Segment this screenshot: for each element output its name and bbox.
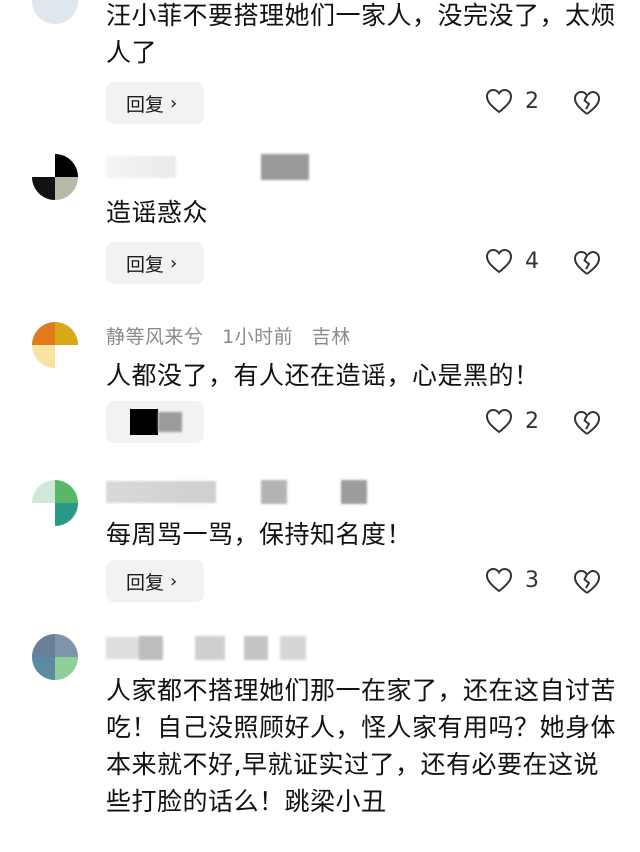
avatar[interactable] — [32, 154, 78, 200]
reply-button[interactable]: 回复 › — [106, 242, 204, 284]
like-button[interactable]: 2 — [485, 408, 539, 434]
chevron-right-icon: › — [170, 570, 178, 592]
redacted-block — [260, 154, 309, 180]
comment-meta — [106, 154, 309, 180]
broken-heart-icon — [574, 410, 601, 435]
dislike-button[interactable] — [573, 410, 601, 436]
redacted-block — [280, 636, 307, 660]
like-button[interactable]: 2 — [485, 88, 539, 114]
avatar[interactable] — [32, 0, 78, 24]
broken-heart-icon — [574, 90, 601, 115]
redacted-block — [341, 480, 368, 504]
avatar[interactable] — [32, 480, 78, 526]
comment-meta — [106, 480, 368, 504]
avatar[interactable] — [32, 634, 78, 680]
reply-button[interactable] — [106, 401, 204, 443]
chevron-right-icon: › — [170, 252, 178, 274]
reply-button[interactable]: 回复 › — [106, 560, 204, 602]
like-button[interactable]: 4 — [485, 248, 539, 274]
comment-text: 每周骂一骂，保持知名度！ — [106, 520, 413, 549]
comment-meta: 静等风来兮 1小时前 吉林 — [106, 322, 351, 349]
comment-text: 汪小菲不要搭理她们一家人，没完没了，太烦人了 — [106, 1, 617, 67]
reply-label: 回复 — [126, 93, 165, 116]
chevron-right-icon: › — [170, 92, 178, 114]
dislike-button[interactable] — [573, 250, 601, 276]
like-count: 3 — [525, 567, 539, 593]
comment-text: 造谣惑众 — [106, 198, 209, 227]
redacted-block — [130, 409, 158, 435]
redacted-block — [260, 480, 287, 504]
like-button[interactable]: 3 — [485, 567, 539, 593]
avatar[interactable] — [32, 322, 78, 368]
redacted-block — [243, 636, 268, 660]
author-name[interactable]: 静等风来兮 — [106, 326, 204, 348]
dislike-button[interactable] — [573, 90, 601, 116]
comment-text: 人都没了，有人还在造谣，心是黑的！ — [106, 361, 540, 390]
comment-text: 人家都不搭理她们那一在家了，还在这自讨苦吃！自己没照顾好人，怪人家有用吗？她身体… — [106, 676, 617, 816]
like-count: 2 — [525, 408, 539, 434]
redacted-block — [158, 412, 182, 432]
heart-outline-icon — [485, 567, 513, 593]
like-count: 4 — [525, 248, 539, 274]
heart-outline-icon — [485, 408, 513, 434]
reply-label: 回复 — [126, 571, 165, 594]
redacted-block — [195, 636, 226, 660]
broken-heart-icon — [574, 250, 601, 275]
redacted-block — [138, 636, 163, 660]
author-name[interactable] — [106, 156, 176, 178]
comment-time: 1小时前 — [222, 326, 294, 348]
reply-label: 回复 — [126, 253, 165, 276]
comment-location: 吉林 — [311, 326, 351, 348]
reply-button[interactable]: 回复 › — [106, 82, 204, 124]
heart-outline-icon — [485, 248, 513, 274]
broken-heart-icon — [574, 569, 601, 594]
heart-outline-icon — [485, 88, 513, 114]
comment-meta — [106, 636, 307, 660]
author-name[interactable] — [106, 481, 216, 503]
dislike-button[interactable] — [573, 569, 601, 595]
like-count: 2 — [525, 88, 539, 114]
